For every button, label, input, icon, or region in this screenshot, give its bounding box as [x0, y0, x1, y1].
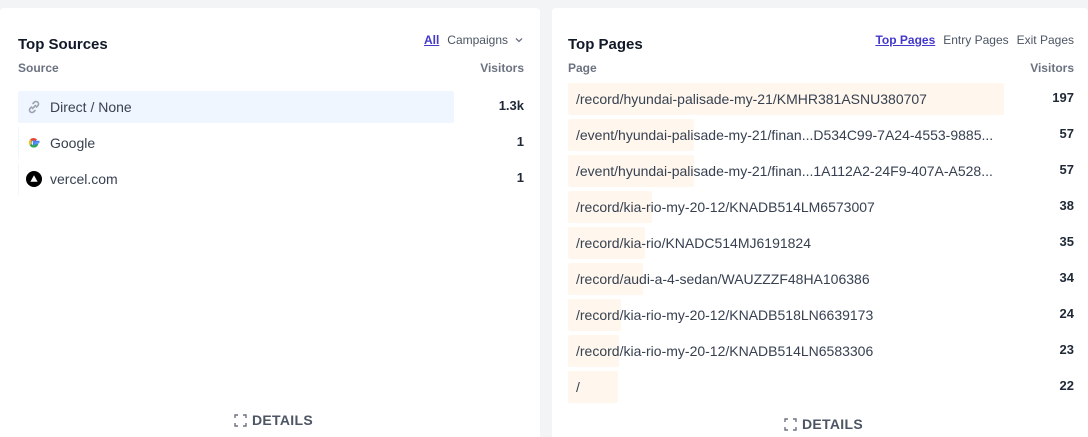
tab-exit-pages[interactable]: Exit Pages [1017, 33, 1074, 47]
page-label[interactable]: /record/kia-rio-my-20-12/KNADB518LN66391… [576, 299, 873, 331]
page-row[interactable]: / 22 [568, 371, 1074, 403]
page-label[interactable]: /record/hyundai-palisade-my-21/KMHR381AS… [576, 83, 927, 115]
page-row[interactable]: /record/audi-a-4-sedan/WAUZZZF48HA106386… [568, 263, 1074, 295]
top-sources-card: Top Sources All Campaigns Source Visitor… [0, 8, 540, 437]
tab-top-pages[interactable]: Top Pages [875, 33, 935, 47]
source-visitors: 1 [516, 170, 524, 185]
visitors-column-header: Visitors [480, 61, 524, 75]
source-visitors: 1.3k [498, 98, 524, 113]
sources-tabs: All Campaigns [424, 33, 524, 47]
page-visitors: 57 [1059, 162, 1074, 177]
page-visitors: 38 [1059, 198, 1074, 213]
source-column-header: Source [18, 61, 59, 75]
chevron-down-icon[interactable] [514, 35, 524, 45]
source-row[interactable]: Direct / None 1.3k [18, 91, 524, 123]
pages-details-button[interactable]: DETAILS [784, 416, 863, 432]
page-visitors: 24 [1059, 306, 1074, 321]
expand-icon [234, 413, 247, 427]
details-label: DETAILS [252, 412, 313, 428]
source-label[interactable]: Google [50, 127, 95, 159]
page-label[interactable]: /record/audi-a-4-sedan/WAUZZZF48HA106386 [576, 263, 870, 295]
sources-details-button[interactable]: DETAILS [234, 412, 313, 428]
page-row[interactable]: /record/kia-rio-my-20-12/KNADB514LN65833… [568, 335, 1074, 367]
page-row[interactable]: /record/kia-rio-my-20-12/KNADB514LM65730… [568, 191, 1074, 223]
expand-icon [784, 417, 797, 431]
page-visitors: 34 [1059, 270, 1074, 285]
page-label[interactable]: /event/hyundai-palisade-my-21/finan...D5… [576, 119, 993, 151]
page-column-header: Page [568, 61, 597, 75]
source-label[interactable]: vercel.com [50, 163, 118, 195]
tab-all[interactable]: All [424, 33, 439, 47]
page-row[interactable]: /record/kia-rio/KNADC514MJ6191824 35 [568, 227, 1074, 259]
page-label[interactable]: /record/kia-rio-my-20-12/KNADB514LM65730… [576, 191, 875, 223]
top-pages-card: Top Pages Top Pages Entry Pages Exit Pag… [552, 8, 1088, 437]
page-visitors: 23 [1059, 342, 1074, 357]
tab-campaigns[interactable]: Campaigns [447, 33, 508, 47]
link-icon [26, 99, 42, 115]
top-pages-title: Top Pages [568, 36, 643, 53]
top-sources-title: Top Sources [18, 36, 108, 53]
page-visitors: 57 [1059, 126, 1074, 141]
pages-tabs: Top Pages Entry Pages Exit Pages [875, 33, 1074, 47]
page-label[interactable]: /event/hyundai-palisade-my-21/finan...1A… [576, 155, 993, 187]
vercel-icon [26, 171, 42, 187]
google-icon [26, 135, 42, 151]
details-label: DETAILS [802, 416, 863, 432]
source-row[interactable]: vercel.com 1 [18, 163, 524, 195]
page-row[interactable]: /record/hyundai-palisade-my-21/KMHR381AS… [568, 83, 1074, 115]
tab-entry-pages[interactable]: Entry Pages [943, 33, 1008, 47]
page-visitors: 197 [1052, 90, 1074, 105]
source-row[interactable]: Google 1 [18, 127, 524, 159]
page-label[interactable]: /record/kia-rio/KNADC514MJ6191824 [576, 227, 811, 259]
page-label[interactable]: / [576, 371, 580, 403]
page-row[interactable]: /event/hyundai-palisade-my-21/finan...1A… [568, 155, 1074, 187]
visitors-column-header: Visitors [1030, 61, 1074, 75]
page-visitors: 22 [1059, 378, 1074, 393]
page-visitors: 35 [1059, 234, 1074, 249]
source-visitors: 1 [516, 134, 524, 149]
source-label[interactable]: Direct / None [50, 91, 132, 123]
page-row[interactable]: /event/hyundai-palisade-my-21/finan...D5… [568, 119, 1074, 151]
page-row[interactable]: /record/kia-rio-my-20-12/KNADB518LN66391… [568, 299, 1074, 331]
page-label[interactable]: /record/kia-rio-my-20-12/KNADB514LN65833… [576, 335, 873, 367]
